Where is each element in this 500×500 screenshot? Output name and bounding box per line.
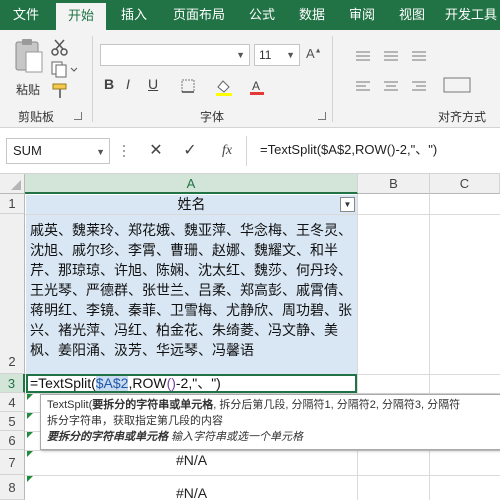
chevron-down-icon: ▼: [286, 50, 295, 60]
formula-mid: ,ROW: [128, 375, 167, 391]
paste-icon: [15, 39, 43, 73]
tab-formulas[interactable]: 公式: [240, 0, 284, 30]
tab-insert[interactable]: 插入: [112, 0, 156, 30]
row-header-2[interactable]: 2: [0, 214, 25, 374]
borders-button[interactable]: [180, 78, 202, 96]
select-all-corner[interactable]: [0, 174, 25, 194]
formula-bar-separator: [246, 136, 247, 166]
font-launcher-icon[interactable]: [318, 112, 326, 120]
scissors-icon: [51, 39, 68, 56]
fill-color-button[interactable]: [214, 78, 236, 96]
font-color-icon: A: [250, 79, 264, 95]
name-box-value: SUM: [13, 143, 42, 158]
tab-page-layout[interactable]: 页面布局: [164, 0, 234, 30]
tooltip-argument-help: 要拆分的字符串或单元格 输入字符串或选一个单元格: [47, 431, 304, 443]
gridline: [25, 450, 500, 451]
tooltip-signature: TextSplit(要拆分的字符串或单元格, 拆分后第几段, 分隔符1, 分隔符…: [47, 399, 461, 411]
paste-button[interactable]: 粘贴: [10, 36, 46, 98]
fill-color-icon: [216, 80, 232, 96]
ribbon: 粘贴 剪贴板 ▼ 11 ▼ A▲ B I U A 字体 对齐方式: [0, 30, 500, 128]
error-indicator-icon: [27, 476, 33, 482]
cell-a3-editing[interactable]: =TextSplit($A$2,ROW()-2,"、"): [26, 374, 357, 393]
cell-a8[interactable]: #N/A: [26, 485, 357, 500]
gridline: [429, 194, 430, 500]
row-header-7[interactable]: 7: [0, 450, 25, 475]
tab-review[interactable]: 审阅: [340, 0, 384, 30]
tab-home[interactable]: 开始: [56, 3, 106, 30]
filter-dropdown-icon[interactable]: ▼: [340, 197, 355, 212]
alignment-buttons[interactable]: [348, 42, 478, 102]
worksheet-grid[interactable]: A B C 1 2 3 4 5 6 7 8 姓名 ▼ 戚英、魏莱玲、郑花娥、魏亚…: [0, 174, 500, 500]
ribbon-tab-bar: 文件 开始 插入 页面布局 公式 数据 审阅 视图 开发工具: [0, 0, 500, 30]
cancel-icon[interactable]: ✕: [146, 140, 166, 162]
cell-a1[interactable]: 姓名: [26, 195, 357, 214]
tab-developer[interactable]: 开发工具: [440, 0, 500, 30]
tab-data[interactable]: 数据: [290, 0, 334, 30]
resize-handle-icon[interactable]: [122, 144, 126, 158]
copy-icon: [51, 61, 78, 78]
formula-parens: (): [166, 375, 176, 391]
ribbon-separator: [92, 36, 93, 122]
borders-icon: [181, 79, 195, 93]
svg-text:A: A: [252, 79, 260, 93]
enter-icon[interactable]: ✓: [180, 140, 200, 162]
cell-a7[interactable]: #N/A: [26, 452, 357, 468]
formula-input[interactable]: =TextSplit($A$2,ROW()-2,"、"): [250, 138, 500, 164]
ribbon-separator: [332, 36, 333, 122]
row-header-4[interactable]: 4: [0, 393, 25, 412]
format-painter-button[interactable]: [50, 82, 70, 100]
formula-bar: SUM ▼ ✕ ✓ fx =TextSplit($A$2,ROW()-2,"、"…: [0, 128, 500, 174]
insert-function-icon[interactable]: fx: [216, 140, 238, 162]
clipboard-launcher-icon[interactable]: [74, 112, 82, 120]
tab-view[interactable]: 视图: [390, 0, 434, 30]
function-tooltip: TextSplit(要拆分的字符串或单元格, 拆分后第几段, 分隔符1, 分隔符…: [40, 394, 500, 450]
gridline: [25, 475, 500, 476]
column-header-c[interactable]: C: [430, 174, 500, 194]
font-name-dropdown[interactable]: ▼: [100, 44, 250, 66]
row-header-1[interactable]: 1: [0, 194, 25, 214]
formula-prefix: =TextSplit(: [30, 375, 96, 391]
bold-button[interactable]: B: [104, 76, 122, 96]
name-box[interactable]: SUM ▼: [6, 138, 110, 164]
font-size-value: 11: [259, 48, 272, 62]
alignment-group-label: 对齐方式: [438, 110, 487, 124]
underline-button[interactable]: U: [148, 76, 166, 96]
font-group-label: 字体: [200, 110, 225, 124]
error-indicator-icon: [27, 432, 33, 438]
gridline: [357, 194, 358, 500]
row-header-5[interactable]: 5: [0, 412, 25, 431]
chevron-down-icon: ▼: [236, 50, 245, 60]
row-header-6[interactable]: 6: [0, 431, 25, 450]
error-indicator-icon: [27, 394, 33, 400]
chevron-down-icon: ▼: [96, 147, 105, 157]
row-header-8[interactable]: 8: [0, 475, 25, 500]
clipboard-group-label: 剪贴板: [18, 110, 55, 124]
format-painter-icon: [52, 83, 67, 98]
tab-file[interactable]: 文件: [0, 0, 52, 30]
formula-reference: $A$2: [95, 375, 129, 391]
error-indicator-icon: [27, 413, 33, 419]
cut-button[interactable]: [50, 38, 70, 56]
paste-label: 粘贴: [15, 83, 40, 97]
tooltip-description: 拆分字符串，获取指定第几段的内容: [47, 415, 223, 427]
font-color-button[interactable]: A: [248, 78, 270, 96]
copy-button[interactable]: [50, 60, 78, 78]
column-header-b[interactable]: B: [358, 174, 430, 194]
align-lines-icon: [356, 51, 471, 93]
grow-font-icon: A▲: [306, 46, 322, 61]
column-header-a[interactable]: A: [25, 174, 358, 194]
formula-suffix: -2,"、"): [175, 375, 221, 391]
row-header-3[interactable]: 3: [0, 374, 25, 393]
grow-font-button[interactable]: A▲: [306, 46, 326, 66]
font-size-dropdown[interactable]: 11 ▼: [254, 44, 300, 66]
italic-button[interactable]: I: [126, 76, 144, 96]
cell-a2[interactable]: 戚英、魏莱玲、郑花娥、魏亚萍、华念梅、王冬灵、沈旭、戚尔珍、李霄、曹珊、赵娜、魏…: [26, 215, 357, 374]
